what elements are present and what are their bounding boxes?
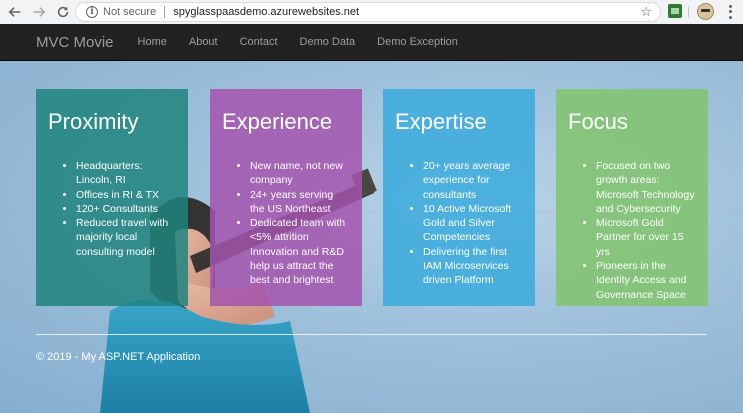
divider bbox=[688, 6, 689, 18]
list-item: Focused on two growth areas: Microsoft T… bbox=[596, 159, 696, 216]
card-list: New name, not new company 24+ years serv… bbox=[222, 159, 350, 288]
browser-toolbar: i Not secure spyglasspaasdemo.azurewebsi… bbox=[0, 0, 743, 24]
info-icon[interactable]: i bbox=[86, 6, 98, 18]
list-item: Dedicated team with <5% attrition Innova… bbox=[250, 216, 350, 287]
address-bar[interactable]: i Not secure spyglasspaasdemo.azurewebsi… bbox=[75, 2, 661, 22]
list-item: 120+ Consultants bbox=[76, 202, 176, 216]
nav-about[interactable]: About bbox=[189, 36, 218, 48]
list-item: Offices in RI & TX bbox=[76, 188, 176, 202]
back-arrow-icon[interactable] bbox=[4, 1, 26, 23]
card-title: Focus bbox=[568, 109, 628, 134]
list-item: New name, not new company bbox=[250, 159, 350, 188]
card-list: 20+ years average experience for consult… bbox=[395, 159, 523, 288]
list-item: 10 Active Microsoft Gold and Silver Comp… bbox=[423, 202, 523, 245]
card-title: Expertise bbox=[395, 109, 487, 134]
extension-icon[interactable] bbox=[668, 4, 682, 18]
browser-menu-icon[interactable] bbox=[725, 4, 735, 20]
nav-demo-data[interactable]: Demo Data bbox=[300, 36, 356, 48]
card-list: Focused on two growth areas: Microsoft T… bbox=[568, 159, 696, 302]
card-focus: Focus Focused on two growth areas: Micro… bbox=[556, 89, 708, 306]
list-item: 20+ years average experience for consult… bbox=[423, 159, 523, 202]
card-title: Proximity bbox=[48, 109, 139, 134]
reload-icon[interactable] bbox=[52, 1, 74, 23]
card-list: Headquarters: Lincoln, RI Offices in RI … bbox=[48, 159, 176, 259]
list-item: Pioneers in the Identity Access and Gove… bbox=[596, 259, 696, 302]
list-item: Microsoft Gold Partner for over 15 yrs bbox=[596, 216, 696, 259]
brand-link[interactable]: MVC Movie bbox=[36, 34, 114, 51]
security-status[interactable]: Not secure bbox=[103, 6, 156, 18]
url-text[interactable]: spyglasspaasdemo.azurewebsites.net bbox=[173, 6, 359, 18]
nav-contact[interactable]: Contact bbox=[240, 36, 278, 48]
divider bbox=[164, 6, 166, 18]
list-item: 24+ years serving the US Northeast bbox=[250, 188, 350, 217]
footer-copyright: © 2019 - My ASP.NET Application bbox=[36, 351, 201, 363]
card-proximity: Proximity Headquarters: Lincoln, RI Offi… bbox=[36, 89, 188, 306]
list-item: Delivering the first IAM Microservices d… bbox=[423, 245, 523, 288]
footer-divider bbox=[36, 334, 707, 335]
nav-home[interactable]: Home bbox=[138, 36, 167, 48]
card-experience: Experience New name, not new company 24+… bbox=[210, 89, 362, 306]
profile-avatar[interactable] bbox=[697, 3, 714, 20]
hero-section: Proximity Headquarters: Lincoln, RI Offi… bbox=[0, 61, 743, 413]
list-item: Headquarters: Lincoln, RI bbox=[76, 159, 176, 188]
card-title: Experience bbox=[222, 109, 333, 134]
forward-arrow-icon[interactable] bbox=[28, 1, 50, 23]
list-item: Reduced travel with majority local consu… bbox=[76, 216, 176, 259]
nav-links: Home About Contact Demo Data Demo Except… bbox=[138, 36, 480, 48]
bookmark-star-icon[interactable]: ☆ bbox=[640, 4, 652, 20]
card-expertise: Expertise 20+ years average experience f… bbox=[383, 89, 535, 306]
site-navbar: MVC Movie Home About Contact Demo Data D… bbox=[0, 24, 743, 61]
nav-demo-exception[interactable]: Demo Exception bbox=[377, 36, 458, 48]
